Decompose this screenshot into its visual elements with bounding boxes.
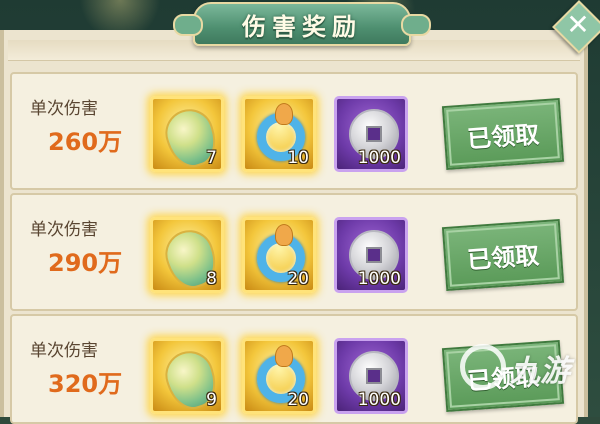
damage-value: 320万: [48, 370, 123, 398]
reward-item-silver-coin[interactable]: 1000: [334, 338, 408, 414]
reward-item-jade-pendant[interactable]: 8: [150, 217, 224, 294]
reward-row: 单次伤害 290万 8 20 1000 已领取: [10, 193, 578, 311]
close-icon[interactable]: ✕: [563, 8, 593, 42]
item-quantity: 1000: [357, 269, 401, 289]
coin-hole: [366, 368, 382, 384]
item-quantity: 9: [206, 390, 217, 410]
damage-value: 290万: [48, 249, 123, 277]
claimed-button[interactable]: 已领取: [441, 218, 565, 292]
claimed-button[interactable]: 已领取: [441, 97, 565, 171]
watermark: 九游: [460, 338, 600, 406]
reward-row: 单次伤害 260万 7 10 1000 已领取: [10, 72, 578, 190]
damage-label: 单次伤害: [30, 99, 98, 119]
game-screen: 伤害奖励 ✕ 单次伤害 260万 7 10 1000 已领取 单次伤害 290万…: [0, 0, 600, 424]
reward-item-jade-pendant[interactable]: 7: [150, 96, 224, 173]
item-quantity: 20: [287, 269, 309, 289]
damage-label: 单次伤害: [30, 220, 98, 240]
item-quantity: 1000: [357, 148, 401, 168]
item-quantity: 20: [287, 390, 309, 410]
reward-item-jade-ring[interactable]: 20: [242, 338, 316, 414]
item-quantity: 1000: [357, 390, 401, 410]
reward-item-silver-coin[interactable]: 1000: [334, 96, 408, 172]
page-title: 伤害奖励: [242, 11, 362, 41]
reward-item-jade-ring[interactable]: 20: [242, 217, 316, 293]
coin-hole: [366, 247, 382, 263]
ring-ornament: [275, 103, 293, 125]
reward-item-jade-ring[interactable]: 10: [242, 96, 316, 172]
damage-label: 单次伤害: [30, 341, 98, 361]
watermark-logo-icon: [460, 344, 506, 390]
watermark-text: 九游: [510, 354, 570, 389]
reward-item-silver-coin[interactable]: 1000: [334, 217, 408, 293]
title-banner: 伤害奖励: [173, 2, 431, 46]
item-quantity: 8: [206, 269, 217, 289]
reward-item-jade-pendant[interactable]: 9: [150, 338, 224, 415]
ring-ornament: [275, 345, 293, 367]
coin-hole: [366, 126, 382, 142]
damage-value: 260万: [48, 128, 123, 156]
item-quantity: 10: [287, 148, 309, 168]
ring-ornament: [275, 224, 293, 246]
item-quantity: 7: [206, 148, 217, 168]
